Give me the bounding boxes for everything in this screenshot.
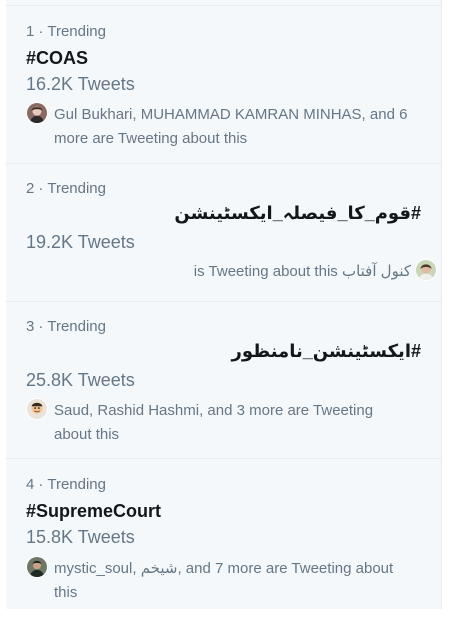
- trend-context: mystic_soul, شیخم, and 7 more are Tweeti…: [54, 560, 394, 601]
- trend-meta: 2 · Trending: [26, 180, 106, 197]
- trend-rank: 4: [26, 476, 35, 493]
- trend-context: Gul Bukhari, MUHAMMAD KAMRAN MINHAS, and…: [54, 106, 408, 147]
- trend-rank: 1: [26, 23, 35, 40]
- trend-meta: 1 · Trending: [26, 23, 106, 40]
- separator-dot: ·: [38, 318, 44, 335]
- user-avatar-icon[interactable]: [415, 259, 437, 281]
- tweet-count: 25.8K Tweets: [26, 370, 135, 390]
- trend-context: Saud, Rashid Hashmi, and 3 more are Twee…: [54, 402, 374, 443]
- user-avatar-icon[interactable]: [26, 556, 48, 578]
- trend-meta: 3 · Trending: [26, 318, 106, 335]
- trend-hashtag[interactable]: #COAS: [26, 48, 88, 69]
- trends-panel: 1 · Trending #COAS 16.2K Tweets Gul Bukhar…: [6, 0, 442, 609]
- user-avatar-icon[interactable]: [26, 398, 48, 420]
- trend-meta: 4 · Trending: [26, 476, 106, 493]
- trend-rank: 3: [26, 318, 35, 335]
- separator-dot: ·: [38, 23, 44, 40]
- trend-hashtag[interactable]: #SupremeCourt: [26, 501, 161, 522]
- trend-rank: 2: [26, 180, 35, 197]
- trend-item-1[interactable]: 1 · Trending #COAS 16.2K Tweets Gul Bukhar…: [6, 6, 441, 164]
- trend-item-3[interactable]: 3 · Trending #ایکسٹینشن_نامنظور 25.8K Twee…: [6, 301, 441, 459]
- trend-hashtag[interactable]: #قوم_کا_فیصلہ_ایکسٹینشن: [174, 203, 421, 224]
- user-avatar-icon[interactable]: [26, 102, 48, 124]
- separator-dot: ·: [38, 476, 44, 493]
- trend-label: Trending: [47, 180, 106, 197]
- trend-label: Trending: [47, 318, 106, 335]
- trend-label: Trending: [47, 476, 106, 493]
- tweet-count: 15.8K Tweets: [26, 527, 135, 547]
- tweet-count: 19.2K Tweets: [26, 232, 135, 252]
- trend-context: کنول آفتاب is Tweeting about this: [193, 263, 411, 280]
- trend-hashtag[interactable]: #ایکسٹینشن_نامنظور: [232, 341, 421, 362]
- tweet-count: 16.2K Tweets: [26, 74, 135, 94]
- trend-item-2[interactable]: 2 · Trending #قوم_کا_فیصلہ_ایکسٹینشن 19.2K…: [6, 163, 441, 302]
- separator-dot: ·: [38, 180, 44, 197]
- trend-label: Trending: [47, 23, 106, 40]
- trend-item-4[interactable]: 4 · Trending #SupremeCourt 15.8K Tweets my…: [6, 458, 441, 618]
